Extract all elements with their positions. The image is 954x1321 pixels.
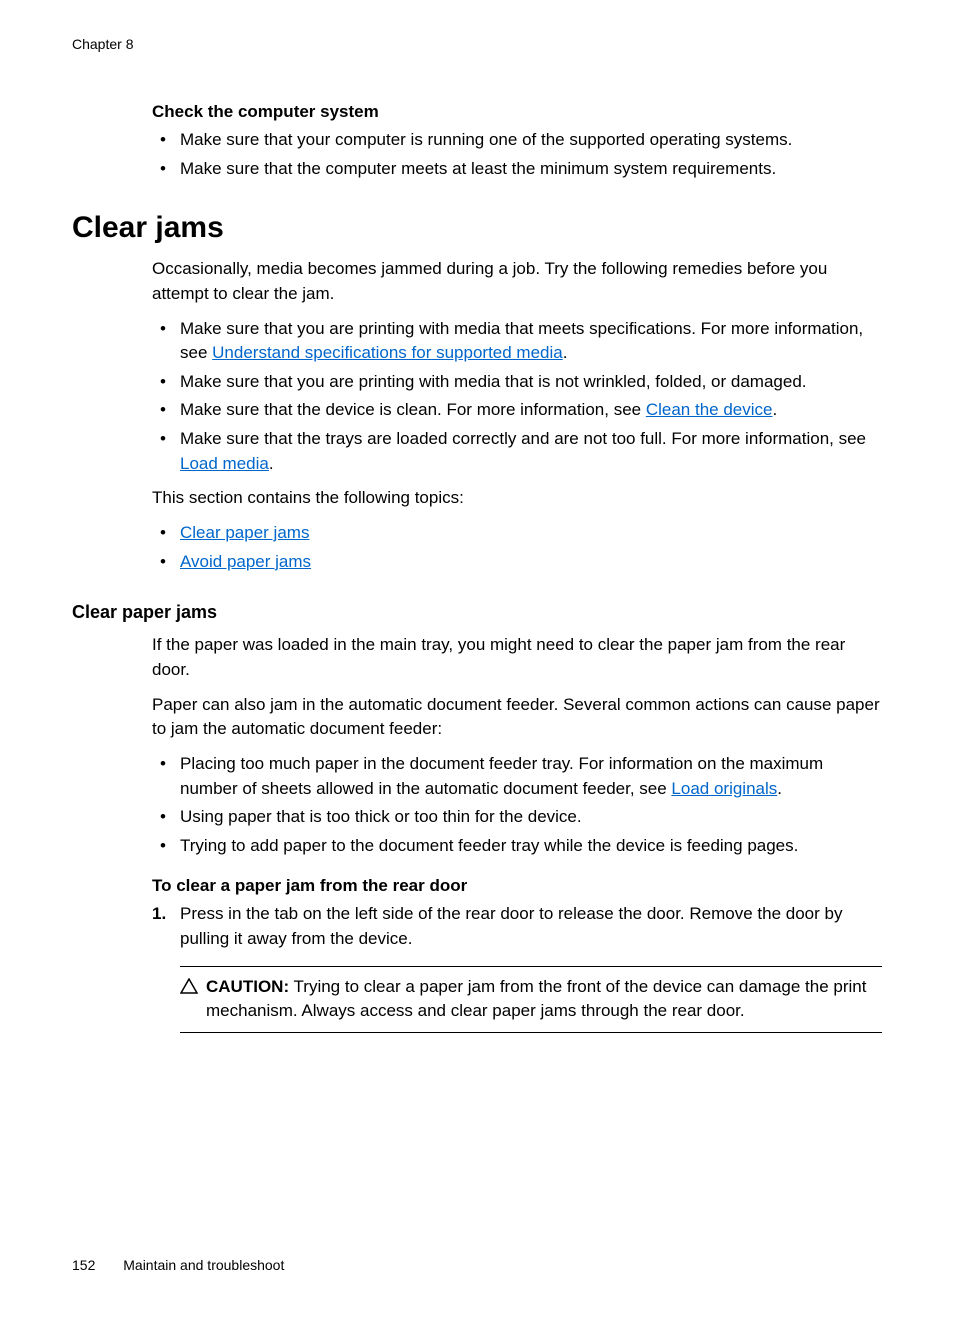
check-system-heading: Check the computer system: [152, 102, 882, 122]
chapter-header: Chapter 8: [72, 36, 882, 52]
caution-text: Trying to clear a paper jam from the fro…: [206, 977, 866, 1021]
page-number: 152: [72, 1257, 95, 1273]
list-item: Using paper that is too thick or too thi…: [152, 805, 882, 830]
list-item: Make sure that your computer is running …: [152, 128, 882, 153]
list-item: Trying to add paper to the document feed…: [152, 834, 882, 859]
topics-intro: This section contains the following topi…: [152, 486, 882, 511]
list-item: Clear paper jams: [152, 521, 882, 546]
paragraph: Paper can also jam in the automatic docu…: [152, 693, 882, 742]
page-footer: 152 Maintain and troubleshoot: [72, 1257, 284, 1273]
list-item: Avoid paper jams: [152, 550, 882, 575]
list-item: Placing too much paper in the document f…: [152, 752, 882, 801]
step-item: 1. Press in the tab on the left side of …: [152, 902, 882, 951]
link-avoid-paper-jams[interactable]: Avoid paper jams: [180, 552, 311, 571]
text: Make sure that the device is clean. For …: [180, 400, 646, 419]
list-item: Make sure that you are printing with med…: [152, 317, 882, 366]
link-clean-device[interactable]: Clean the device: [646, 400, 773, 419]
clear-jams-content: Occasionally, media becomes jammed durin…: [152, 257, 882, 574]
procedure-heading: To clear a paper jam from the rear door: [152, 876, 882, 896]
caution-icon: [180, 977, 198, 1002]
text: .: [777, 779, 782, 798]
check-system-section: Check the computer system Make sure that…: [152, 102, 882, 181]
text: .: [563, 343, 568, 362]
intro-paragraph: Occasionally, media becomes jammed durin…: [152, 257, 882, 306]
caution-label: CAUTION:: [206, 977, 289, 996]
list-item: Make sure that you are printing with med…: [152, 370, 882, 395]
list-item: Make sure that the device is clean. For …: [152, 398, 882, 423]
clear-paper-jams-content: If the paper was loaded in the main tray…: [152, 633, 882, 1033]
text: Make sure that the trays are loaded corr…: [180, 429, 866, 448]
link-clear-paper-jams[interactable]: Clear paper jams: [180, 523, 309, 542]
paragraph: If the paper was loaded in the main tray…: [152, 633, 882, 682]
clear-jams-heading: Clear jams: [72, 211, 882, 245]
step-number: 1.: [152, 902, 166, 927]
caution-box: CAUTION: Trying to clear a paper jam fro…: [180, 966, 882, 1033]
clear-paper-jams-heading: Clear paper jams: [72, 602, 882, 623]
footer-section: Maintain and troubleshoot: [123, 1257, 284, 1273]
list-item: Make sure that the computer meets at lea…: [152, 157, 882, 182]
text: .: [772, 400, 777, 419]
list-item: Make sure that the trays are loaded corr…: [152, 427, 882, 476]
link-load-media[interactable]: Load media: [180, 454, 269, 473]
link-media-specs[interactable]: Understand specifications for supported …: [212, 343, 563, 362]
text: .: [269, 454, 274, 473]
step-text: Press in the tab on the left side of the…: [180, 904, 842, 948]
link-load-originals[interactable]: Load originals: [671, 779, 777, 798]
